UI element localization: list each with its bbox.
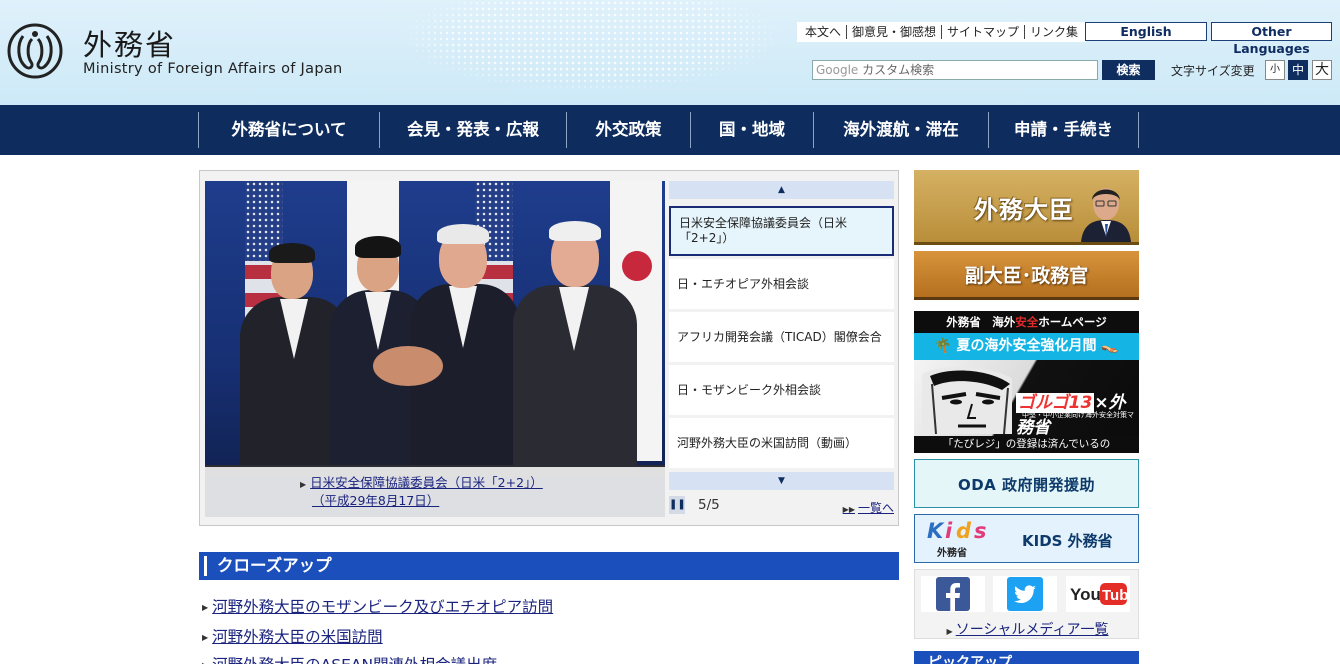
youtube-you-text: You	[1070, 585, 1101, 604]
double-arrow-icon: ▶▶	[842, 505, 855, 514]
kids-logo-letter: K	[927, 519, 944, 543]
minister-portrait	[1081, 188, 1131, 242]
youtube-icon[interactable]: YouTube	[1066, 576, 1130, 612]
mofa-emblem-icon[interactable]	[6, 22, 64, 80]
sandals-icon: 👡	[1101, 338, 1119, 354]
facebook-icon[interactable]	[921, 576, 985, 612]
safety-banner-title: 外務省 海外安全ホームページ	[914, 311, 1139, 333]
site-name-japanese[interactable]: 外務省	[83, 22, 176, 64]
manga-face-illustration	[922, 366, 1012, 434]
feedback-link[interactable]: 御意見・御感想	[846, 25, 941, 39]
social-media-list-link[interactable]: ▶ ソーシャルメディア一覧	[915, 619, 1140, 639]
kids-logo-letter: s	[974, 519, 987, 543]
bullet-arrow-icon: ▶	[946, 627, 953, 636]
global-navigation: 外務省について 会見・発表・広報 外交政策 国・地域 海外渡航・滞在 申請・手続…	[0, 105, 1340, 155]
closeup-link[interactable]: ▶ 河野外務大臣の米国訪問	[202, 625, 383, 647]
caption-link-line1[interactable]: 日米安全保障協議委員会（日米「2+2」）	[310, 475, 543, 490]
sitemap-link[interactable]: サイトマップ	[941, 25, 1024, 39]
search-button[interactable]: 検索	[1102, 60, 1155, 80]
kids-banner-label: KIDS 外務省	[1022, 532, 1113, 550]
kids-banner[interactable]: K i d s 外務省 KIDS 外務省	[914, 514, 1139, 563]
bullet-arrow-icon: ▶	[202, 633, 209, 642]
carousel-item[interactable]: 日米安全保障協議委員会（日米「2+2」）	[669, 206, 894, 256]
nav-item-applications[interactable]: 申請・手続き	[988, 112, 1139, 148]
safety-title-prefix: 外務省 海外	[946, 315, 1016, 329]
safety-manual-subtitle: 中堅・中小企業向け海外安全対策マニュアル	[1022, 411, 1134, 429]
bullet-arrow-icon: ▶	[202, 603, 209, 612]
nav-item-overseas-travel[interactable]: 海外渡航・滞在	[813, 112, 988, 148]
overseas-safety-banner[interactable]: 外務省 海外安全ホームページ 🌴 夏の海外安全強化月間 👡 ゴルゴ13 ×外務省 …	[914, 311, 1139, 467]
closeup-link-text[interactable]: 河野外務大臣のASEAN関連外相会議出席	[212, 656, 497, 664]
view-all-link[interactable]: ▶▶ 一覧へ	[843, 499, 894, 516]
nav-item-press[interactable]: 会見・発表・広報	[379, 112, 566, 148]
font-size-medium-button[interactable]: 中	[1288, 60, 1308, 80]
vice-minister-banner[interactable]: 副大臣･政務官	[914, 251, 1139, 300]
minister-banner[interactable]: 外務大臣	[914, 170, 1139, 245]
social-media-list-label[interactable]: ソーシャルメディア一覧	[956, 622, 1109, 638]
featured-photo[interactable]: ▶ 日米安全保障協議委員会（日米「2+2」） （平成29年8月17日）	[205, 181, 665, 517]
nav-item-foreign-policy[interactable]: 外交政策	[566, 112, 690, 148]
english-button[interactable]: English	[1085, 22, 1207, 41]
safety-campaign-text: 夏の海外安全強化月間	[956, 338, 1097, 354]
scroll-down-arrow-icon[interactable]: ▼	[669, 472, 894, 490]
safety-banner-footer: 「たびレジ」の登録は済んでいるのか・・・・？	[914, 436, 1139, 467]
person-figure	[505, 197, 645, 477]
pause-icon[interactable]: ❚❚	[669, 496, 686, 514]
google-brand-text: Google	[816, 63, 859, 77]
kids-logo-subtext: 外務省	[937, 548, 967, 559]
site-header: 外務省 Ministry of Foreign Affairs of Japan…	[0, 0, 1340, 105]
photo-caption[interactable]: ▶ 日米安全保障協議委員会（日米「2+2」） （平成29年8月17日）	[205, 467, 665, 517]
skip-to-content-link[interactable]: 本文へ	[800, 25, 846, 39]
caption-bullet-icon: ▶	[300, 480, 307, 489]
closeup-link[interactable]: ▶ 河野外務大臣のモザンビーク及びエチオピア訪問	[202, 595, 553, 617]
font-size-large-button[interactable]: 大	[1312, 60, 1332, 80]
font-size-small-button[interactable]: 小	[1265, 60, 1285, 80]
youtube-tube-text: Tube	[1102, 587, 1128, 604]
view-all-label[interactable]: 一覧へ	[858, 501, 894, 515]
nav-item-about[interactable]: 外務省について	[198, 112, 379, 148]
oda-banner-label: ODA 政府開発援助	[957, 476, 1096, 494]
closeup-link-text[interactable]: 河野外務大臣の米国訪問	[212, 628, 383, 646]
carousel-item[interactable]: 河野外務大臣の米国訪問（動画）	[669, 418, 894, 468]
handshake	[373, 346, 443, 386]
carousel-item-list: ▲ 日米安全保障協議委員会（日米「2+2」） 日・エチオピア外相会談 アフリカ開…	[669, 181, 894, 517]
scroll-up-arrow-icon[interactable]: ▲	[669, 181, 894, 199]
closeup-heading: クローズアップ	[199, 552, 899, 580]
carousel-item[interactable]: 日・モザンビーク外相会談	[669, 365, 894, 415]
search-input[interactable]: Google カスタム検索	[812, 60, 1098, 80]
kids-logo: K i d s 外務省	[925, 519, 1005, 559]
safety-title-red: 安全	[1015, 315, 1039, 329]
other-languages-button[interactable]: Other Languages	[1211, 22, 1332, 56]
caption-link-line2[interactable]: （平成29年8月17日）	[312, 493, 439, 508]
links-page-link[interactable]: リンク集	[1024, 25, 1083, 39]
minister-banner-label: 外務大臣	[974, 196, 1074, 224]
search-placeholder: カスタム検索	[862, 63, 935, 77]
slide-counter: 5/5	[698, 497, 720, 513]
font-size-label: 文字サイズ変更	[1171, 64, 1255, 78]
social-media-box: YouTube ▶ソーシャルメディア一覧	[914, 569, 1139, 639]
world-map-background	[360, 0, 780, 105]
kids-logo-letter: i	[945, 519, 953, 543]
site-name-english[interactable]: Ministry of Foreign Affairs of Japan	[83, 61, 343, 77]
utility-links: 本文へ 御意見・御感想 サイトマップ リンク集	[797, 22, 1087, 42]
vice-minister-banner-label: 副大臣･政務官	[964, 265, 1089, 287]
palm-tree-icon: 🌴	[934, 338, 952, 354]
carousel-item[interactable]: 日・エチオピア外相会談	[669, 259, 894, 309]
safety-title-suffix: ホームページ	[1038, 315, 1107, 329]
oda-banner[interactable]: ODA 政府開発援助	[914, 459, 1139, 508]
safety-campaign-label: 🌴 夏の海外安全強化月間 👡	[914, 333, 1139, 360]
nav-item-countries[interactable]: 国・地域	[690, 112, 813, 148]
kids-logo-letter: d	[956, 519, 972, 543]
closeup-link[interactable]: ▶河野外務大臣のASEAN関連外相会議出席	[202, 653, 497, 664]
news-carousel: ▶ 日米安全保障協議委員会（日米「2+2」） （平成29年8月17日） ▲ 日米安…	[199, 170, 899, 526]
safety-banner-artwork: ゴルゴ13 ×外務省 中堅・中小企業向け海外安全対策マニュアル	[914, 360, 1139, 436]
closeup-link-text[interactable]: 河野外務大臣のモザンビーク及びエチオピア訪問	[212, 598, 553, 616]
carousel-item[interactable]: アフリカ開発会議（TICAD）閣僚会合	[669, 312, 894, 362]
twitter-icon[interactable]	[993, 576, 1057, 612]
pickup-heading: ピックアップ	[914, 651, 1139, 664]
